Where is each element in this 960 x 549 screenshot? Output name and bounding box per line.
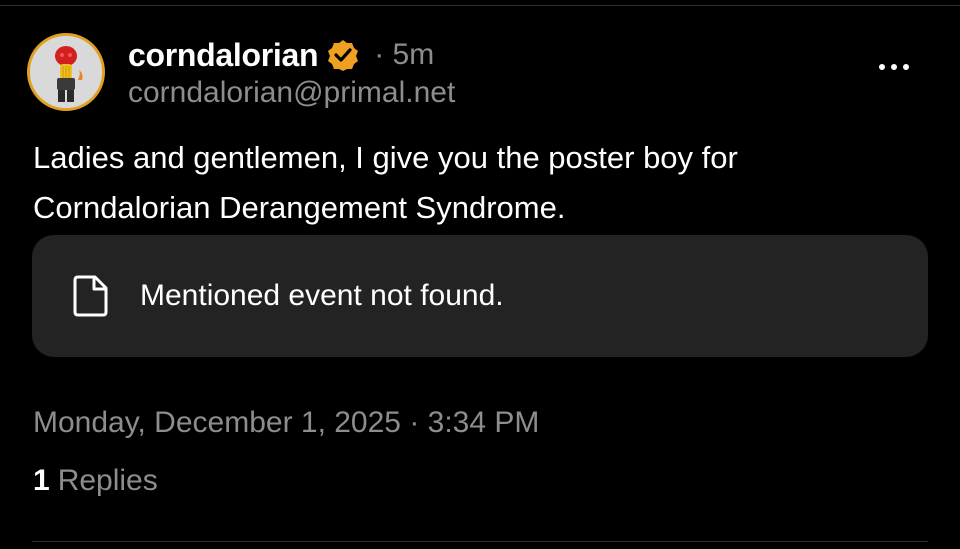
file-icon — [72, 274, 110, 318]
avatar[interactable] — [27, 33, 105, 111]
top-divider — [0, 5, 960, 6]
name-row: corndalorian · 5m — [128, 34, 880, 76]
more-dot-icon — [879, 64, 885, 70]
post-timestamp: Monday, December 1, 2025 · 3:34 PM — [33, 406, 540, 439]
more-dot-icon — [891, 64, 897, 70]
more-options-button[interactable] — [872, 56, 916, 78]
replies-link[interactable]: 1 Replies — [33, 464, 158, 498]
more-dot-icon — [903, 64, 909, 70]
display-name[interactable]: corndalorian — [128, 37, 319, 74]
author-handle[interactable]: corndalorian@primal.net — [128, 76, 880, 110]
reply-count: 1 — [33, 464, 50, 497]
mentioned-event-card[interactable]: Mentioned event not found. — [32, 235, 928, 357]
bottom-divider — [32, 541, 928, 542]
post-header: corndalorian · 5m corndalorian@primal.ne… — [128, 34, 880, 110]
lego-figure-avatar-icon — [30, 36, 102, 108]
mention-not-found-text: Mentioned event not found. — [140, 279, 504, 312]
verified-badge-icon — [326, 38, 360, 72]
post-time-ago: · 5m — [374, 38, 435, 71]
reply-label: Replies — [57, 464, 158, 497]
post-text: Ladies and gentlemen, I give you the pos… — [33, 140, 738, 225]
